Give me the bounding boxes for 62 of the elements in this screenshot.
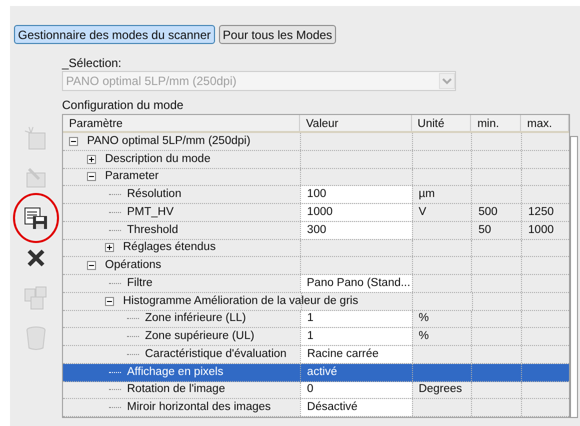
column-header[interactable]: Valeur: [300, 115, 412, 131]
parameter-label: Résolution: [127, 187, 182, 202]
parameter-label: Parameter: [105, 169, 159, 184]
table-row[interactable]: Résolution 100 µm: [63, 186, 569, 204]
collapse-icon[interactable]: [105, 296, 114, 306]
parameter-label: PMT_HV: [127, 204, 174, 220]
value-cell[interactable]: 1: [307, 310, 314, 328]
expand-icon[interactable]: [87, 154, 96, 164]
value-cell[interactable]: 300: [307, 222, 326, 239]
parameter-label: Rotation de l'image: [127, 382, 226, 398]
table-row[interactable]: Affichage en pixels activé: [63, 364, 569, 382]
min-cell-text: 500: [478, 204, 498, 220]
parameter-label: Zone inférieure (LL): [145, 311, 246, 326]
table-row[interactable]: Threshold 300 50 1000: [63, 222, 569, 240]
parameter-label: PANO optimal 5LP/mm (250dpi): [87, 134, 250, 149]
max-cell-text: 1000: [528, 222, 554, 238]
parameter-label: Zone supérieure (UL): [145, 329, 254, 344]
table-row[interactable]: Filtre Pano Pano (Stand...: [63, 275, 569, 293]
parameter-label: Affichage en pixels: [127, 364, 224, 380]
table-row[interactable]: Zone supérieure (UL) 1 %: [63, 328, 569, 346]
column-header[interactable]: Paramètre: [63, 115, 300, 131]
scrollbar[interactable]: [570, 136, 578, 418]
max-cell-text: 1250: [528, 204, 554, 220]
table-row[interactable]: Zone inférieure (LL) 1 %: [63, 310, 569, 328]
value-cell[interactable]: 1: [307, 328, 314, 346]
table-row[interactable]: Description du mode: [63, 150, 569, 168]
unit-cell-text: %: [418, 311, 429, 326]
expand-icon[interactable]: [105, 243, 114, 252]
parameter-label: Miroir horizontal des images: [127, 400, 271, 415]
parameter-label: Threshold: [127, 222, 178, 238]
table-row[interactable]: Réglages étendus: [63, 240, 569, 258]
parameter-label: Histogramme Amélioration de la valeur de gris: [123, 294, 358, 308]
value-cell[interactable]: 0: [307, 381, 314, 398]
column-header[interactable]: max.: [521, 115, 569, 131]
table-row[interactable]: Rotation de l'image 0 Degrees: [63, 382, 569, 400]
unit-cell-text: Degrees: [418, 382, 462, 398]
parameter-label: Description du mode: [105, 152, 210, 166]
parameter-label: Réglages étendus: [123, 240, 216, 256]
column-header[interactable]: min.: [471, 115, 522, 131]
mode-button[interactable]: Pour tous les Modes: [218, 25, 336, 44]
config-label: Configuration du mode: [62, 97, 184, 113]
unit-cell-text: µm: [418, 187, 435, 202]
selection-label: _Sélection:: [62, 55, 122, 71]
table-row[interactable]: PANO optimal 5LP/mm (250dpi): [63, 133, 569, 151]
unit-cell-text: V: [418, 204, 426, 220]
collapse-icon[interactable]: [87, 172, 96, 182]
value-cell[interactable]: 100: [307, 186, 326, 204]
min-cell-text: 50: [478, 222, 492, 238]
close-icon[interactable]: [26, 248, 46, 268]
parameter-label: Caractéristique d'évaluation: [145, 346, 287, 362]
column-header[interactable]: Unité: [412, 115, 472, 131]
collapse-icon[interactable]: [87, 261, 96, 270]
table-row[interactable]: Miroir horizontal des images Désactivé: [63, 399, 569, 417]
unit-cell-text: %: [418, 329, 429, 344]
collapse-icon[interactable]: [69, 136, 78, 146]
mode-button[interactable]: Gestionnaire des modes du scanner: [14, 25, 215, 44]
value-cell[interactable]: activé: [307, 364, 338, 381]
table-row[interactable]: PMT_HV 1000 V 500 1250: [63, 204, 569, 222]
parameter-label: Filtre: [127, 276, 153, 291]
parameter-label: Opérations: [105, 258, 162, 273]
save-icon[interactable]: [23, 205, 49, 231]
chevron-down-icon: [439, 73, 455, 89]
